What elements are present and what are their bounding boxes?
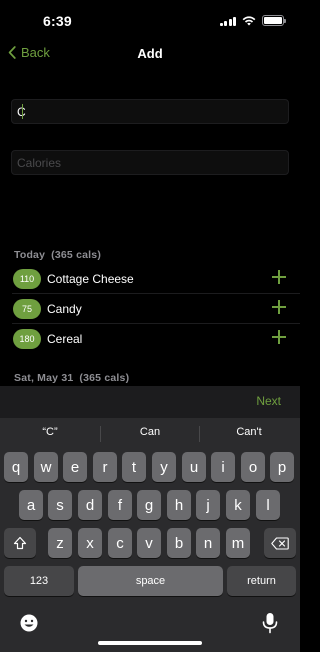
suggestion-item[interactable]: Can't (199, 426, 299, 438)
section-title: Today (14, 249, 46, 261)
food-name: Candy (47, 302, 82, 316)
next-button[interactable]: Next (256, 394, 281, 408)
calories-input[interactable] (11, 150, 289, 175)
section-total: (365 cals) (79, 372, 130, 384)
return-key[interactable]: return (227, 566, 296, 596)
key-z[interactable]: z (48, 528, 72, 558)
keyboard-accessory-bar: Next (0, 386, 300, 418)
key-k[interactable]: k (226, 490, 250, 520)
key-w[interactable]: w (34, 452, 58, 482)
page-title: Add (137, 46, 163, 61)
key-h[interactable]: h (167, 490, 191, 520)
delete-key[interactable] (264, 528, 296, 558)
battery-icon (262, 15, 286, 26)
key-f[interactable]: f (108, 490, 132, 520)
navigation-bar: Back Add (0, 40, 300, 68)
calorie-badge: 110 (13, 269, 41, 289)
food-name: Cereal (47, 332, 83, 346)
key-m[interactable]: m (226, 528, 250, 558)
keyboard-area: Next “C” Can Can't q w e r t y u i o p a… (0, 386, 300, 652)
shift-key[interactable] (4, 528, 36, 558)
home-indicator[interactable] (98, 641, 202, 645)
key-i[interactable]: i (211, 452, 235, 482)
key-x[interactable]: x (78, 528, 102, 558)
key-n[interactable]: n (196, 528, 220, 558)
key-u[interactable]: u (182, 452, 206, 482)
suggestion-item[interactable]: “C” (0, 426, 100, 438)
calorie-badge: 75 (13, 299, 41, 319)
key-g[interactable]: g (137, 490, 161, 520)
key-c[interactable]: c (108, 528, 132, 558)
add-icon[interactable] (272, 270, 286, 284)
key-q[interactable]: q (4, 452, 28, 482)
status-bar: 6:39 (0, 0, 300, 44)
numbers-key[interactable]: 123 (4, 566, 74, 596)
food-name: Cottage Cheese (47, 272, 134, 286)
emoji-icon[interactable] (19, 613, 39, 633)
key-o[interactable]: o (241, 452, 265, 482)
backspace-icon (271, 536, 289, 550)
key-p[interactable]: p (270, 452, 294, 482)
wifi-icon (242, 15, 256, 25)
key-s[interactable]: s (48, 490, 72, 520)
section-header-today: Today (365 cals) (14, 249, 101, 261)
suggestion-item[interactable]: Can (100, 426, 200, 438)
key-v[interactable]: v (137, 528, 161, 558)
key-a[interactable]: a (19, 490, 43, 520)
cellular-signal-icon (219, 16, 236, 26)
list-item[interactable]: 110 Cottage Cheese (12, 264, 300, 294)
key-j[interactable]: j (196, 490, 220, 520)
key-b[interactable]: b (167, 528, 191, 558)
shift-icon (13, 536, 27, 550)
key-r[interactable]: r (93, 452, 117, 482)
status-icons (219, 15, 286, 26)
food-name-input[interactable] (11, 99, 289, 124)
section-title: Sat, May 31 (14, 372, 74, 384)
food-list: 110 Cottage Cheese 75 Candy 180 Cereal (0, 264, 300, 354)
key-y[interactable]: y (152, 452, 176, 482)
suggestion-bar: “C” Can Can't (0, 418, 300, 448)
key-d[interactable]: d (78, 490, 102, 520)
section-total: (365 cals) (51, 249, 102, 261)
key-t[interactable]: t (122, 452, 146, 482)
list-item[interactable]: 180 Cereal (12, 324, 300, 354)
add-icon[interactable] (272, 300, 286, 314)
status-time: 6:39 (43, 13, 72, 29)
section-header-sat-may-31: Sat, May 31 (365 cals) (14, 372, 129, 384)
text-cursor (22, 104, 23, 119)
add-icon[interactable] (272, 330, 286, 344)
space-key[interactable]: space (78, 566, 223, 596)
calorie-badge: 180 (13, 329, 41, 349)
microphone-icon[interactable] (261, 612, 279, 634)
key-e[interactable]: e (63, 452, 87, 482)
list-item[interactable]: 75 Candy (12, 294, 300, 324)
key-l[interactable]: l (256, 490, 280, 520)
